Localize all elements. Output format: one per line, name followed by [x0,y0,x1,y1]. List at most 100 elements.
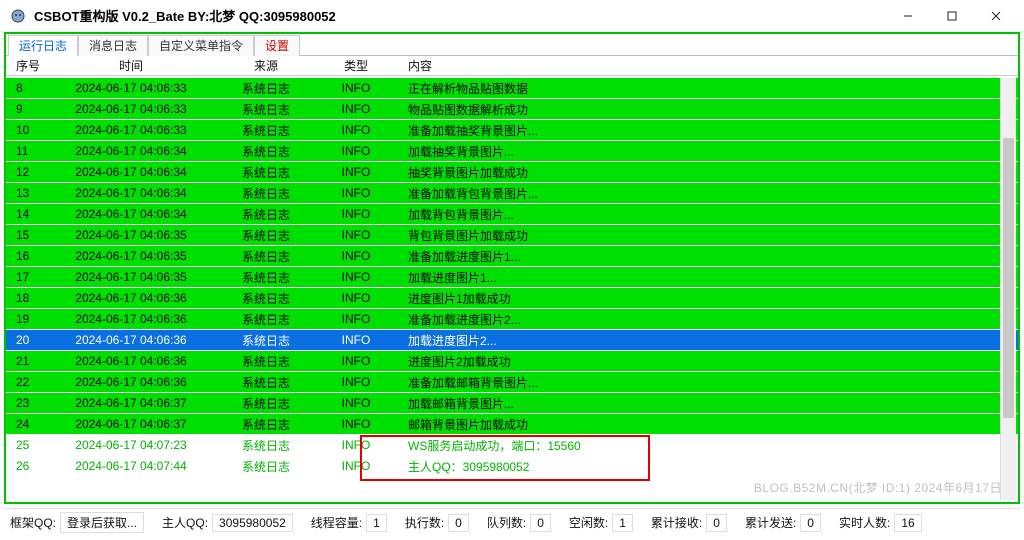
client-area: 运行日志 消息日志 自定义菜单指令 设置 序号 时间 来源 类型 内容 8202… [4,32,1020,504]
cell-src: 系统日志 [216,164,316,181]
cell-type: INFO [316,186,396,200]
table-row[interactable]: 142024-06-17 04:06:34系统日志INFO加载背包背景图片... [6,204,1018,225]
cell-time: 2024-06-17 04:06:36 [46,375,216,389]
cell-type: INFO [316,165,396,179]
cell-type: INFO [316,417,396,431]
status-label: 累计发送: [745,514,796,531]
table-row[interactable]: 252024-06-17 04:07:23系统日志INFOWS服务启动成功，端口… [6,435,1018,456]
cell-time: 2024-06-17 04:07:44 [46,459,216,473]
tab-custom-menu[interactable]: 自定义菜单指令 [148,35,254,56]
cell-msg: 加载抽奖背景图片... [396,143,1018,160]
cell-seq: 25 [6,438,46,452]
cell-type: INFO [316,81,396,95]
cell-src: 系统日志 [216,80,316,97]
cell-type: INFO [316,291,396,305]
cell-msg: 加载邮箱背景图片... [396,395,1018,412]
close-button[interactable] [974,2,1018,30]
table-row[interactable]: 172024-06-17 04:06:35系统日志INFO加载进度图片1... [6,267,1018,288]
cell-type: INFO [316,375,396,389]
log-rows[interactable]: 82024-06-17 04:06:33系统日志INFO正在解析物品贴图数据92… [6,78,1018,502]
scrollbar-thumb[interactable] [1003,138,1014,418]
table-row[interactable]: 232024-06-17 04:06:37系统日志INFO加载邮箱背景图片... [6,393,1018,414]
tab-settings[interactable]: 设置 [254,35,300,56]
cell-src: 系统日志 [216,122,316,139]
cell-time: 2024-06-17 04:06:36 [46,354,216,368]
cell-src: 系统日志 [216,416,316,433]
cell-time: 2024-06-17 04:06:36 [46,291,216,305]
cell-seq: 19 [6,312,46,326]
minimize-button[interactable] [886,2,930,30]
cell-time: 2024-06-17 04:06:36 [46,312,216,326]
table-row[interactable]: 82024-06-17 04:06:33系统日志INFO正在解析物品贴图数据 [6,78,1018,99]
cell-time: 2024-06-17 04:06:36 [46,333,216,347]
status-label: 主人QQ: [162,514,208,531]
cell-msg: 进度图片2加载成功 [396,353,1018,370]
table-row[interactable]: 182024-06-17 04:06:36系统日志INFO进度图片1加载成功 [6,288,1018,309]
cell-seq: 15 [6,228,46,242]
table-row[interactable]: 92024-06-17 04:06:33系统日志INFO物品贴图数据解析成功 [6,99,1018,120]
cell-time: 2024-06-17 04:06:34 [46,186,216,200]
table-row[interactable]: 132024-06-17 04:06:34系统日志INFO准备加载背包背景图片.… [6,183,1018,204]
status-value: 1 [366,514,387,532]
app-title: CSBOT重构版 V0.2_Bate BY:北梦 QQ:3095980052 [34,6,886,25]
col-header-seq[interactable]: 序号 [6,57,46,74]
cell-time: 2024-06-17 04:06:34 [46,165,216,179]
cell-time: 2024-06-17 04:06:35 [46,249,216,263]
table-row[interactable]: 262024-06-17 04:07:44系统日志INFO主人QQ：309598… [6,456,1018,477]
status-value: 0 [706,514,727,532]
col-header-msg[interactable]: 内容 [396,57,1018,74]
cell-seq: 9 [6,102,46,116]
table-row[interactable]: 192024-06-17 04:06:36系统日志INFO准备加载进度图片2..… [6,309,1018,330]
status-label: 空闲数: [569,514,608,531]
cell-seq: 13 [6,186,46,200]
table-row[interactable]: 212024-06-17 04:06:36系统日志INFO进度图片2加载成功 [6,351,1018,372]
table-row[interactable]: 222024-06-17 04:06:36系统日志INFO准备加载邮箱背景图片.… [6,372,1018,393]
col-header-time[interactable]: 时间 [46,57,216,74]
cell-type: INFO [316,438,396,452]
table-row[interactable]: 242024-06-17 04:06:37系统日志INFO邮箱背景图片加载成功 [6,414,1018,435]
tab-message-log[interactable]: 消息日志 [78,35,148,56]
col-header-type[interactable]: 类型 [316,57,396,74]
table-row[interactable]: 112024-06-17 04:06:34系统日志INFO加载抽奖背景图片... [6,141,1018,162]
cell-msg: 加载进度图片2... [396,332,1018,349]
cell-type: INFO [316,312,396,326]
cell-src: 系统日志 [216,458,316,475]
table-row[interactable]: 122024-06-17 04:06:34系统日志INFO抽奖背景图片加载成功 [6,162,1018,183]
status-value: 16 [894,514,921,532]
cell-msg: 准备加载邮箱背景图片... [396,374,1018,391]
cell-src: 系统日志 [216,227,316,244]
cell-seq: 12 [6,165,46,179]
cell-src: 系统日志 [216,374,316,391]
table-row[interactable]: 162024-06-17 04:06:35系统日志INFO准备加载进度图片1..… [6,246,1018,267]
cell-seq: 11 [6,144,46,158]
cell-src: 系统日志 [216,101,316,118]
cell-type: INFO [316,333,396,347]
app-icon [10,8,26,24]
status-label: 累计接收: [651,514,702,531]
cell-seq: 20 [6,333,46,347]
status-thread-cap: 线程容量: 1 [311,514,387,532]
cell-msg: 准备加载进度图片2... [396,311,1018,328]
tab-run-log[interactable]: 运行日志 [8,35,78,56]
status-value: 0 [800,514,821,532]
table-row[interactable]: 102024-06-17 04:06:33系统日志INFO准备加载抽奖背景图片.… [6,120,1018,141]
cell-type: INFO [316,144,396,158]
cell-type: INFO [316,228,396,242]
cell-src: 系统日志 [216,269,316,286]
cell-time: 2024-06-17 04:06:35 [46,228,216,242]
cell-src: 系统日志 [216,332,316,349]
cell-src: 系统日志 [216,311,316,328]
status-master-qq: 主人QQ: 3095980052 [162,514,293,532]
vertical-scrollbar[interactable] [1000,78,1016,500]
cell-seq: 8 [6,81,46,95]
cell-msg: 准备加载背包背景图片... [396,185,1018,202]
table-row[interactable]: 202024-06-17 04:06:36系统日志INFO加载进度图片2... [6,330,1018,351]
table-row[interactable]: 152024-06-17 04:06:35系统日志INFO背包背景图片加载成功 [6,225,1018,246]
col-header-src[interactable]: 来源 [216,57,316,74]
status-exec: 执行数: 0 [405,514,469,532]
cell-src: 系统日志 [216,437,316,454]
maximize-button[interactable] [930,2,974,30]
cell-msg: 加载进度图片1... [396,269,1018,286]
cell-type: INFO [316,459,396,473]
cell-seq: 26 [6,459,46,473]
